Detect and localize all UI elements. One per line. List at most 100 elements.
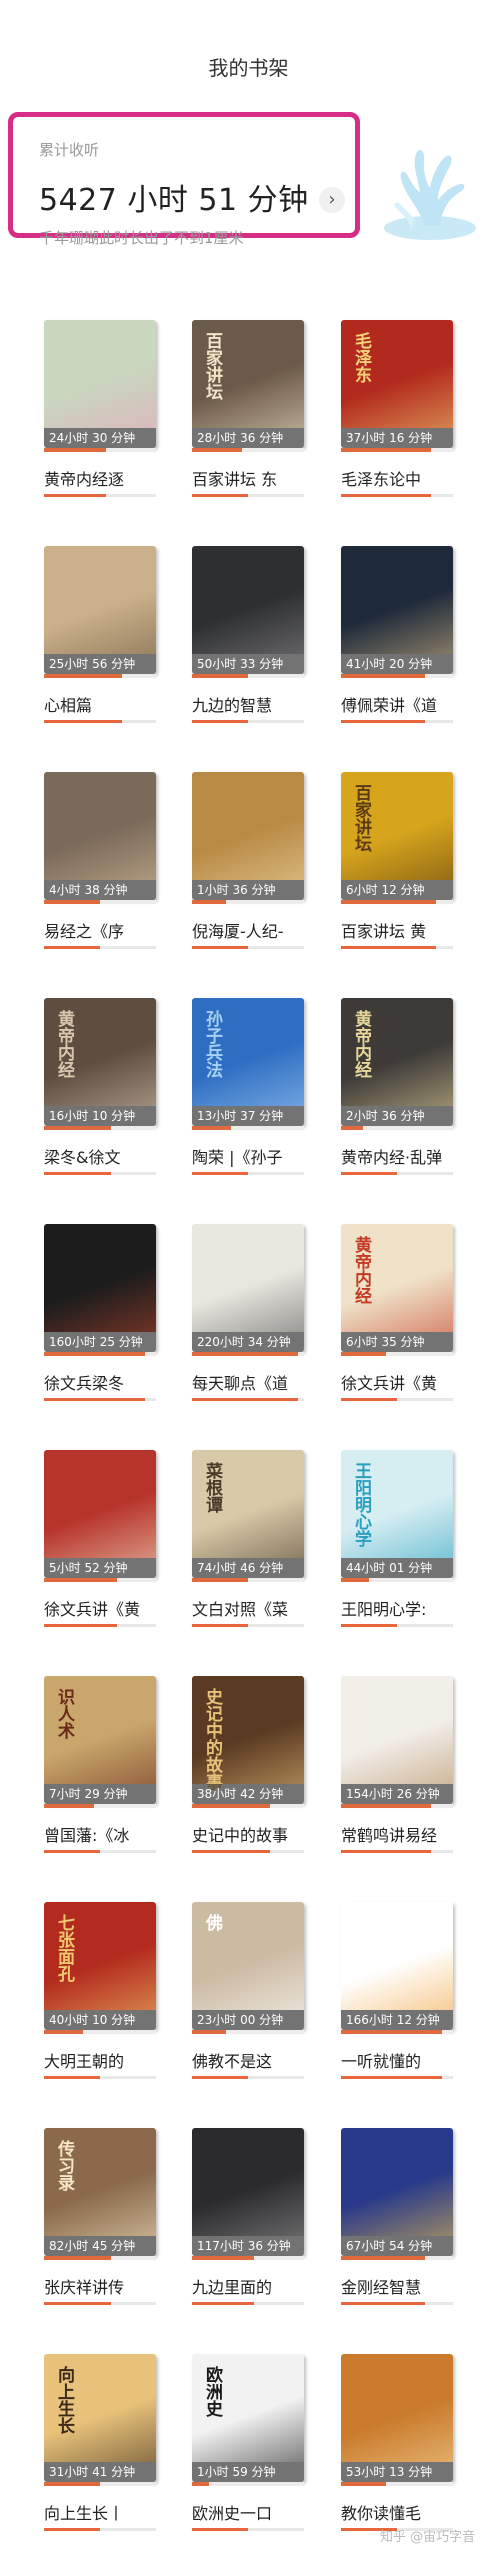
cover-title-text: 欧洲史 <box>202 2366 222 2417</box>
book-cover[interactable]: 1小时 36 分钟 <box>192 772 304 900</box>
progress-bar <box>44 1126 156 1130</box>
book-cover[interactable]: 菜根谭 74小时 46 分钟 <box>192 1450 304 1578</box>
book-cover[interactable]: 25小时 56 分钟 <box>44 546 156 674</box>
book-cover[interactable]: 黄帝内经 6小时 35 分钟 <box>341 1224 453 1352</box>
progress-bar <box>341 2256 453 2260</box>
chevron-right-icon[interactable]: › <box>319 187 345 213</box>
book-cover[interactable]: 王阳明心学 44小时 01 分钟 <box>341 1450 453 1578</box>
book-title[interactable]: 向上生长丨 <box>44 2500 156 2524</box>
book-cover[interactable]: 佛 23小时 00 分钟 <box>192 1902 304 2030</box>
book-cover[interactable]: 4小时 38 分钟 <box>44 772 156 900</box>
book-cover[interactable]: 孙子兵法 13小时 37 分钟 <box>192 998 304 1126</box>
progress-bar-fill <box>341 1126 364 1130</box>
book-cover[interactable]: 黄帝内经 16小时 10 分钟 <box>44 998 156 1126</box>
cover-image <box>341 2354 453 2462</box>
listen-duration: 13小时 37 分钟 <box>192 1106 304 1126</box>
book-cover[interactable]: 黄帝内经 2小时 36 分钟 <box>341 998 453 1126</box>
book-title[interactable]: 徐文兵梁冬 <box>44 1370 156 1394</box>
book-cover[interactable]: 67小时 54 分钟 <box>341 2128 453 2256</box>
book-cover[interactable]: 向上生长 31小时 41 分钟 <box>44 2354 156 2482</box>
title-progress-fill <box>341 2076 442 2079</box>
book-cover[interactable]: 毛泽东 37小时 16 分钟 <box>341 320 453 448</box>
book-title[interactable]: 九边的智慧 <box>192 692 304 716</box>
title-progress-fill <box>341 494 431 497</box>
progress-bar <box>44 448 156 452</box>
title-progress-bar <box>341 946 453 949</box>
cover-image <box>192 546 304 654</box>
progress-bar-fill <box>44 900 100 904</box>
cover-title-text: 黄帝内经 <box>351 1236 371 1304</box>
book-title[interactable]: 傅佩荣讲《道 <box>341 692 453 716</box>
book-title[interactable]: 史记中的故事 <box>192 1822 304 1846</box>
book-title[interactable]: 徐文兵讲《黄 <box>341 1370 453 1394</box>
book-title[interactable]: 一听就懂的 <box>341 2048 453 2072</box>
book-title[interactable]: 百家讲坛 黄 <box>341 918 453 942</box>
listening-stats-card[interactable]: 累计收听 5427 小时 51 分钟 › 千年珊瑚此时长出了不到1厘米 <box>8 112 360 247</box>
title-progress-bar <box>192 1398 304 1401</box>
book-title[interactable]: 曾国藩:《冰 <box>44 1822 156 1846</box>
book-cover[interactable]: 传习录 82小时 45 分钟 <box>44 2128 156 2256</box>
book-cover[interactable]: 166小时 12 分钟 <box>341 1902 453 2030</box>
book-cover[interactable]: 5小时 52 分钟 <box>44 1450 156 1578</box>
book-title[interactable]: 每天聊点《道 <box>192 1370 304 1394</box>
book-cover[interactable]: 识人术 7小时 29 分钟 <box>44 1676 156 1804</box>
title-progress-bar <box>341 494 453 497</box>
book-cover[interactable]: 154小时 26 分钟 <box>341 1676 453 1804</box>
cover-title-text: 黄帝内经 <box>54 1010 74 1078</box>
progress-bar-fill <box>341 900 437 904</box>
watermark: 知乎 @宙巧字音 <box>380 2530 476 2545</box>
book-title[interactable]: 文白对照《菜 <box>192 1596 304 1620</box>
book-title[interactable]: 百家讲坛 东 <box>192 466 304 490</box>
title-progress-fill <box>44 1624 117 1627</box>
book-cover[interactable]: 220小时 34 分钟 <box>192 1224 304 1352</box>
book-title[interactable]: 易经之《序 <box>44 918 156 942</box>
book-title[interactable]: 佛教不是这 <box>192 2048 304 2072</box>
progress-bar-fill <box>341 674 425 678</box>
title-progress-fill <box>341 946 437 949</box>
book-cover[interactable]: 七张面孔 40小时 10 分钟 <box>44 1902 156 2030</box>
book-cover[interactable]: 50小时 33 分钟 <box>192 546 304 674</box>
title-progress-bar <box>192 1624 304 1627</box>
book-cover[interactable]: 百家讲坛 6小时 12 分钟 <box>341 772 453 900</box>
book-title[interactable]: 张庆祥讲传 <box>44 2274 156 2298</box>
stats-subtitle: 千年珊瑚此时长出了不到1厘米 <box>39 229 244 247</box>
title-progress-fill <box>341 2302 425 2305</box>
progress-bar-fill <box>341 1578 369 1582</box>
book-cover[interactable]: 24小时 30 分钟 <box>44 320 156 448</box>
title-progress-fill <box>341 720 425 723</box>
book-title[interactable]: 常鹤鸣讲易经 <box>341 1822 453 1846</box>
book-cover[interactable]: 117小时 36 分钟 <box>192 2128 304 2256</box>
title-progress-fill <box>341 1398 397 1401</box>
book-cover[interactable]: 160小时 25 分钟 <box>44 1224 156 1352</box>
book-title[interactable]: 徐文兵讲《黄 <box>44 1596 156 1620</box>
cover-title-text: 向上生长 <box>54 2366 74 2434</box>
listen-duration: 166小时 12 分钟 <box>341 2010 453 2030</box>
book-cover[interactable]: 53小时 13 分钟 <box>341 2354 453 2482</box>
title-progress-fill <box>44 1398 145 1401</box>
listen-duration: 7小时 29 分钟 <box>44 1784 156 1804</box>
book-title[interactable]: 欧洲史一口 <box>192 2500 304 2524</box>
progress-bar <box>44 674 156 678</box>
book-title[interactable]: 金刚经智慧 <box>341 2274 453 2298</box>
title-progress-bar <box>341 1172 453 1175</box>
book-title[interactable]: 心相篇 <box>44 692 156 716</box>
book-cover[interactable]: 41小时 20 分钟 <box>341 546 453 674</box>
book-title[interactable]: 梁冬&徐文 <box>44 1144 156 1168</box>
listen-duration: 6小时 35 分钟 <box>341 1332 453 1352</box>
progress-bar <box>44 2256 156 2260</box>
title-progress-bar <box>341 1624 453 1627</box>
book-title[interactable]: 教你读懂毛 <box>341 2500 453 2524</box>
listen-duration: 53小时 13 分钟 <box>341 2462 453 2482</box>
book-cover[interactable]: 百家讲坛 28小时 36 分钟 <box>192 320 304 448</box>
book-title[interactable]: 黄帝内经逐 <box>44 466 156 490</box>
progress-bar <box>192 2256 304 2260</box>
book-title[interactable]: 黄帝内经·乱弹 <box>341 1144 453 1168</box>
book-title[interactable]: 倪海厦-人纪- <box>192 918 304 942</box>
book-cover[interactable]: 史记中的故事 38小时 42 分钟 <box>192 1676 304 1804</box>
book-title[interactable]: 九边里面的 <box>192 2274 304 2298</box>
book-title[interactable]: 大明王朝的 <box>44 2048 156 2072</box>
book-title[interactable]: 毛泽东论中 <box>341 466 453 490</box>
book-cover[interactable]: 欧洲史 1小时 59 分钟 <box>192 2354 304 2482</box>
book-title[interactable]: 陶荣 |《孙子 <box>192 1144 304 1168</box>
book-title[interactable]: 王阳明心学: <box>341 1596 453 1620</box>
